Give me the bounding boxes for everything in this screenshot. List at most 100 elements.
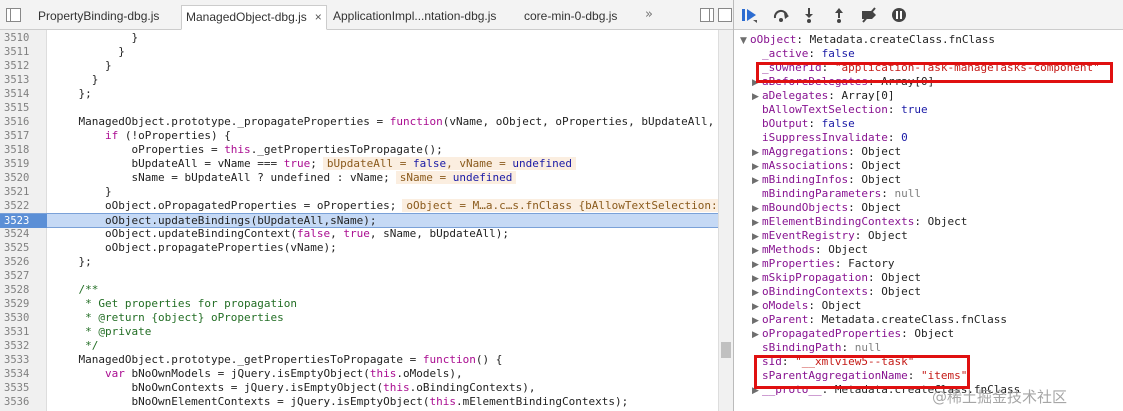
line-number[interactable]: 3520 — [0, 171, 47, 185]
editor-scrollbar[interactable] — [718, 30, 733, 411]
property-key: mProperties — [762, 257, 835, 270]
scope-variables-tree: ▼ oObject: Metadata.createClass.fnClass _a… — [734, 30, 1123, 411]
tab-propertybinding[interactable]: PropertyBinding-dbg.js — [38, 5, 159, 30]
scope-property-row[interactable]: ▶ mBoundObjects: Object — [752, 201, 901, 215]
scope-property-row[interactable]: ▶ mMethods: Object — [752, 243, 868, 257]
code-line: 3532 */ — [0, 339, 718, 353]
collapsed-arrow-icon[interactable]: ▶ — [752, 300, 762, 314]
line-number[interactable]: 3519 — [0, 157, 47, 171]
collapsed-arrow-icon[interactable]: ▶ — [752, 90, 762, 104]
scope-property-row[interactable]: ▶ mProperties: Factory — [752, 257, 894, 271]
property-key: mAssociations — [762, 159, 849, 172]
scope-property-row[interactable]: ▶ aDelegates: Array[0] — [752, 89, 894, 103]
tab-overflow-icon[interactable]: » — [645, 7, 653, 22]
editor-scrollbar-thumb[interactable] — [721, 342, 731, 358]
collapsed-arrow-icon[interactable]: ▶ — [752, 314, 762, 328]
toggle-navigator-icon[interactable] — [6, 8, 21, 22]
property-key: mBoundObjects — [762, 201, 849, 214]
line-number[interactable]: 3512 — [0, 59, 47, 73]
scope-property-row[interactable]: ▶ oBindingContexts: Object — [752, 285, 921, 299]
line-number[interactable]: 3535 — [0, 381, 47, 395]
line-number[interactable]: 3531 — [0, 325, 47, 339]
line-number[interactable]: 3514 — [0, 87, 47, 101]
collapsed-arrow-icon[interactable]: ▶ — [752, 230, 762, 244]
close-icon[interactable]: × — [315, 10, 322, 24]
scope-property-row[interactable]: ▶ mAssociations: Object — [752, 159, 901, 173]
tab-managedobject[interactable]: ManagedObject-dbg.js × — [181, 5, 327, 30]
scope-property-row[interactable]: ▼ oObject: Metadata.createClass.fnClass — [740, 33, 995, 47]
line-number[interactable]: 3513 — [0, 73, 47, 87]
code-line: 3525 oObject.propagateProperties(vName); — [0, 241, 718, 255]
scope-property-row: sBindingPath: null — [762, 341, 882, 354]
collapsed-arrow-icon[interactable]: ▶ — [752, 160, 762, 174]
scope-property-row: _active: false — [762, 47, 855, 60]
line-number[interactable]: 3517 — [0, 129, 47, 143]
scope-property-row[interactable]: ▶ mEventRegistry: Object — [752, 229, 908, 243]
scope-property-row[interactable]: ▶ mBindingInfos: Object — [752, 173, 901, 187]
expanded-arrow-icon[interactable]: ▼ — [740, 34, 750, 48]
step-into-icon[interactable] — [800, 7, 818, 23]
collapsed-arrow-icon[interactable]: ▶ — [752, 272, 762, 286]
line-number[interactable]: 3536 — [0, 395, 47, 409]
debugger-toolbar — [734, 0, 1123, 30]
line-number[interactable]: 3525 — [0, 241, 47, 255]
step-over-icon[interactable] — [772, 7, 790, 23]
line-number[interactable]: 3529 — [0, 297, 47, 311]
pane-layout-icon[interactable] — [718, 8, 732, 22]
resume-icon[interactable] — [740, 7, 758, 23]
editor-tab-bar: PropertyBinding-dbg.js ManagedObject-dbg… — [0, 0, 733, 30]
tab-core-min[interactable]: core-min-0-dbg.js — [524, 5, 617, 30]
code-line: 3535 bNoOwnContexts = jQuery.isEmptyObje… — [0, 381, 718, 395]
code-line: 3533 ManagedObject.prototype._getPropert… — [0, 353, 718, 367]
code-line: 3526 }; — [0, 255, 718, 269]
code-line: 3520 sName = bUpdateAll ? undefined : vN… — [0, 171, 718, 185]
line-number[interactable]: 3532 — [0, 339, 47, 353]
collapsed-arrow-icon[interactable]: ▶ — [752, 146, 762, 160]
scope-property-row[interactable]: ▶ oModels: Object — [752, 299, 861, 313]
toggle-debugger-pane-icon[interactable] — [700, 8, 714, 22]
scope-property-row[interactable]: ▶ mSkipPropagation: Object — [752, 271, 921, 285]
collapsed-arrow-icon[interactable]: ▶ — [752, 328, 762, 342]
code-line: 3534 var bNoOwnModels = jQuery.isEmptyOb… — [0, 367, 718, 381]
source-editor[interactable]: 3510 } 3511 } 3512 } 3513 } 3514 }; 3515 3516 … — [0, 30, 733, 411]
property-value: Object — [867, 229, 908, 242]
line-number[interactable]: 3510 — [0, 31, 47, 45]
line-number[interactable]: 3528 — [0, 283, 47, 297]
scope-property-row[interactable]: ▶ mElementBindingContexts: Object — [752, 215, 967, 229]
highlight-sid-box — [754, 355, 970, 389]
line-number[interactable]: 3526 — [0, 255, 47, 269]
collapsed-arrow-icon[interactable]: ▶ — [752, 174, 762, 188]
line-number[interactable]: 3516 — [0, 115, 47, 129]
line-number[interactable]: 3511 — [0, 45, 47, 59]
deactivate-breakpoints-icon[interactable] — [860, 7, 878, 23]
scope-property-row[interactable]: ▶ oParent: Metadata.createClass.fnClass — [752, 313, 1007, 327]
watermark: @稀土掘金技术社区 — [932, 388, 1068, 406]
line-number[interactable]: 3518 — [0, 143, 47, 157]
line-number[interactable]: 3515 — [0, 101, 47, 115]
collapsed-arrow-icon[interactable]: ▶ — [752, 244, 762, 258]
step-out-icon[interactable] — [830, 7, 848, 23]
code-text: var bNoOwnModels = jQuery.isEmptyObject(… — [104, 367, 463, 380]
collapsed-arrow-icon[interactable]: ▶ — [752, 258, 762, 272]
pause-on-exceptions-icon[interactable] — [890, 7, 908, 23]
line-number[interactable]: 3521 — [0, 185, 47, 199]
line-number[interactable]: 3522 — [0, 199, 47, 213]
code-text: bNoOwnContexts = jQuery.isEmptyObject(th… — [52, 381, 536, 394]
line-number[interactable]: 3524 — [0, 227, 47, 241]
collapsed-arrow-icon[interactable]: ▶ — [752, 202, 762, 216]
scope-property-row[interactable]: ▶ mAggregations: Object — [752, 145, 901, 159]
tab-applicationimpl[interactable]: ApplicationImpl...ntation-dbg.js — [333, 5, 496, 30]
line-number[interactable]: 3523 — [0, 214, 47, 228]
line-number[interactable]: 3530 — [0, 311, 47, 325]
code-text: }; — [52, 255, 92, 268]
collapsed-arrow-icon[interactable]: ▶ — [752, 286, 762, 300]
property-value: Object — [861, 145, 902, 158]
property-value: false — [821, 47, 855, 60]
line-number[interactable]: 3527 — [0, 269, 47, 283]
code-line: 3529 * Get properties for propagation — [0, 297, 718, 311]
line-number[interactable]: 3534 — [0, 367, 47, 381]
line-number[interactable]: 3533 — [0, 353, 47, 367]
collapsed-arrow-icon[interactable]: ▶ — [752, 216, 762, 230]
property-value: Object — [881, 271, 921, 284]
scope-property-row[interactable]: ▶ oPropagatedProperties: Object — [752, 327, 954, 341]
